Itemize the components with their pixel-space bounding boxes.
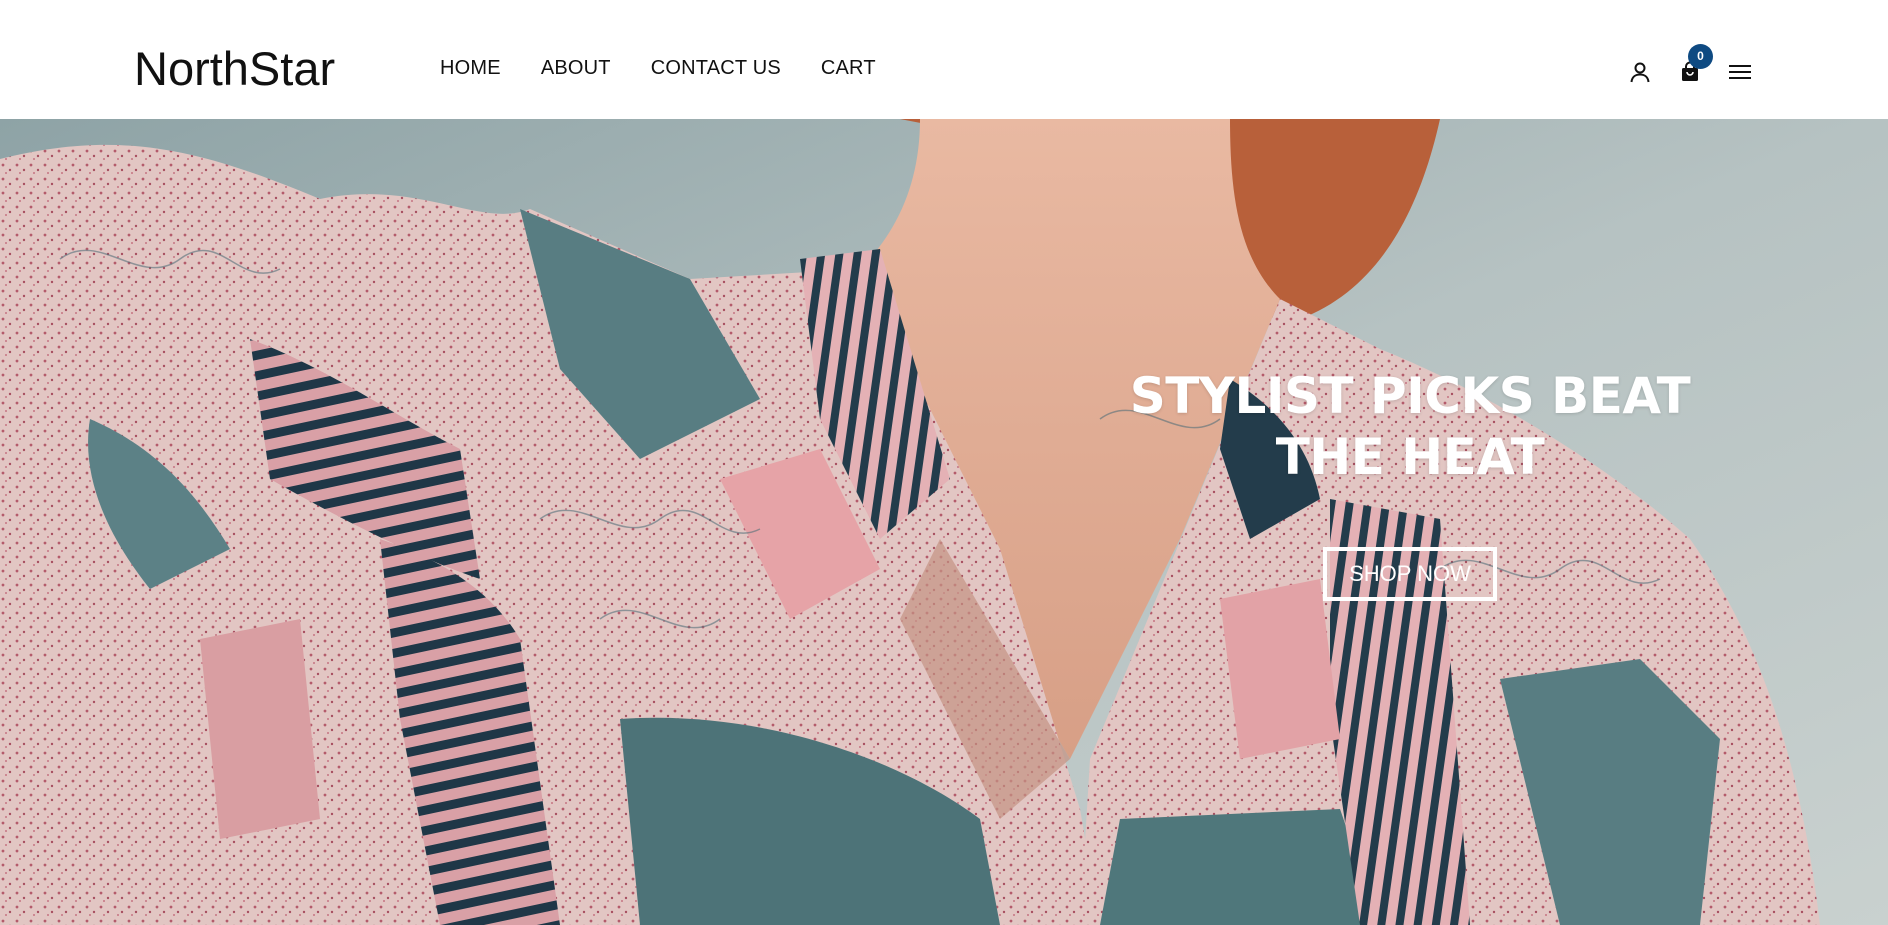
brand-logo[interactable]: NorthStar (134, 42, 335, 96)
nav-cart[interactable]: CART (821, 56, 876, 80)
cart-button[interactable]: 0 (1676, 44, 1713, 86)
nav-about[interactable]: ABOUT (541, 56, 611, 80)
user-icon (1630, 62, 1650, 83)
header-actions: 0 (1626, 44, 1754, 86)
nav-home[interactable]: HOME (440, 56, 501, 80)
hero-content: STYLIST PICKS BEAT THE HEAT SHOP NOW (1110, 366, 1710, 601)
account-button[interactable] (1626, 58, 1654, 86)
hero-title: STYLIST PICKS BEAT THE HEAT (1110, 366, 1710, 488)
cart-count-badge: 0 (1688, 44, 1713, 69)
nav-contact-us[interactable]: CONTACT US (651, 56, 781, 80)
site-header: NorthStar HOME ABOUT CONTACT US CART 0 (0, 0, 1888, 119)
hamburger-menu-icon (1729, 65, 1751, 79)
hero-title-line-1: STYLIST PICKS BEAT (1129, 367, 1691, 425)
main-nav: HOME ABOUT CONTACT US CART (440, 56, 916, 80)
shop-now-button[interactable]: SHOP NOW (1323, 547, 1497, 601)
hero-banner: STYLIST PICKS BEAT THE HEAT SHOP NOW (0, 119, 1888, 925)
menu-button[interactable] (1726, 58, 1754, 86)
hero-title-line-2: THE HEAT (1275, 428, 1545, 486)
